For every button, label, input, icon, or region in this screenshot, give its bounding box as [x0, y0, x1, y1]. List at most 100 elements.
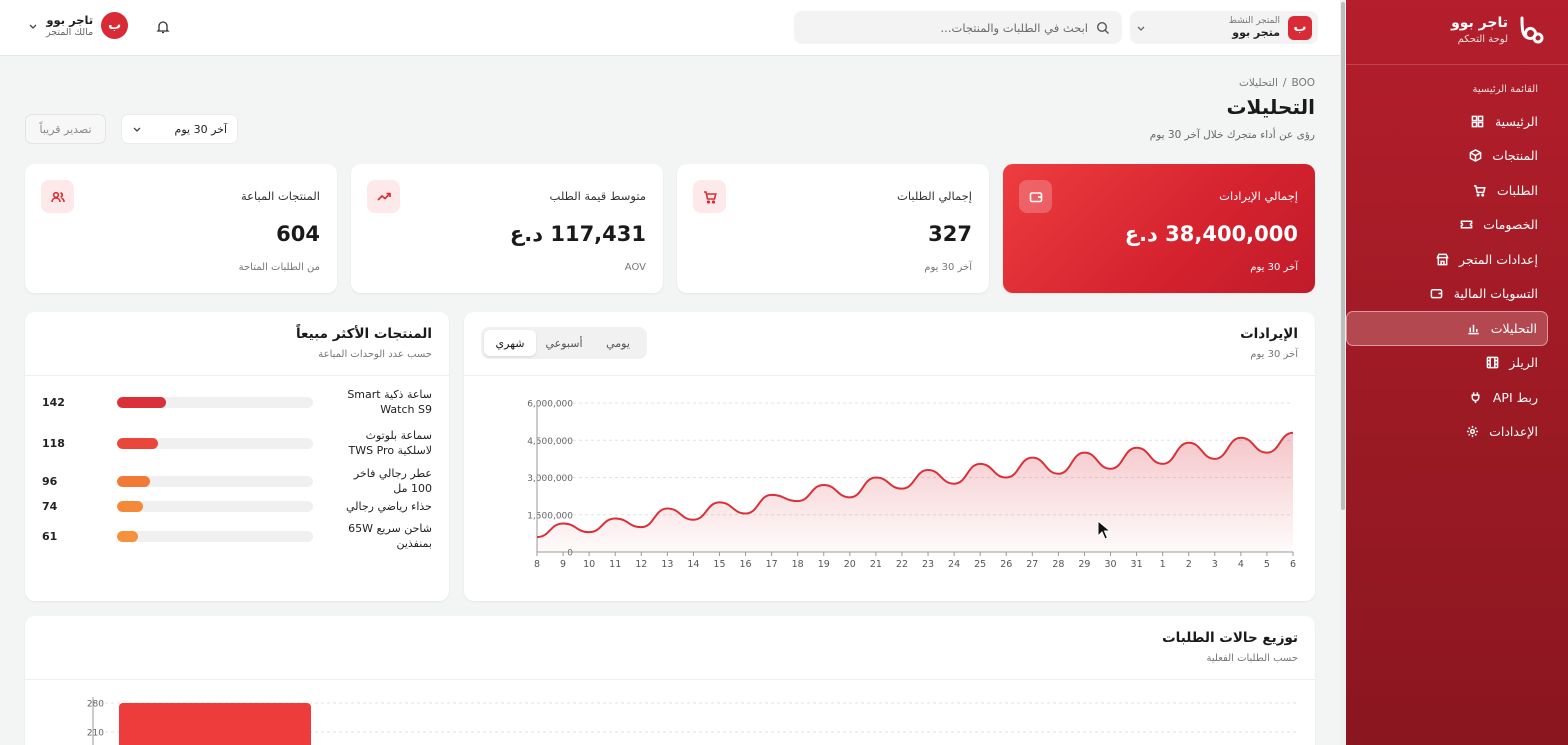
top-product-row[interactable]: 61 شاحن سريع 65W بمنفذين — [42, 522, 432, 550]
top-product-count: 118 — [42, 436, 65, 450]
kpi-card-orders: إجمالي الطلبات 327 آخر 30 يوم — [677, 164, 989, 293]
x-tick-label: 5 — [1264, 559, 1270, 570]
y-tick-label: 4,500,000 — [527, 437, 573, 447]
sidebar-item-label: الخصومات — [1483, 217, 1538, 233]
y-tick-label: 1,500,000 — [527, 511, 573, 521]
kpi-card-revenue: إجمالي الإيرادات 38,400,000 د.ع آخر 30 ي… — [1003, 164, 1315, 293]
chevron-down-icon — [1137, 26, 1145, 31]
x-tick-label: 15 — [713, 559, 725, 570]
x-tick-label: 12 — [635, 559, 647, 570]
page-subtitle: رؤى عن أداء متجرك خلال آخر 30 يوم — [1149, 129, 1315, 141]
x-tick-label: 17 — [766, 559, 778, 570]
sidebar-item-3[interactable]: الخصومات — [1346, 208, 1548, 243]
top-product-name: سماعة بلوتوث لاسلكية TWS Pro — [348, 429, 432, 457]
gear-icon — [1465, 425, 1479, 439]
top-products-panel: المنتجات الأكثر مبيعاً حسب عدد الوحدات ا… — [25, 312, 449, 601]
scrollbar-thumb[interactable] — [1341, 2, 1345, 510]
top-product-count: 96 — [42, 474, 58, 488]
sidebar-item-5[interactable]: التسويات المالية — [1346, 277, 1548, 312]
sidebar-item-6[interactable]: التحليلات — [1346, 311, 1548, 346]
x-tick-label: 30 — [1104, 559, 1116, 570]
kpi-label: متوسط قيمة الطلب — [549, 189, 646, 203]
kpi-label: إجمالي الإيرادات — [1219, 189, 1298, 203]
chevron-down-icon — [133, 127, 141, 132]
sidebar-item-label: المنتجات — [1492, 148, 1538, 164]
kpi-note: AOV — [624, 262, 646, 273]
breadcrumb-separator: / — [1282, 77, 1287, 89]
x-tick-label: 13 — [661, 559, 673, 570]
top-product-row[interactable]: 96 عطر رجالي فاخر 100 مل — [42, 467, 432, 495]
kpi-value: 327 — [928, 222, 972, 246]
sidebar-item-0[interactable]: الرئيسية — [1346, 104, 1548, 139]
sidebar-item-9[interactable]: الإعدادات — [1346, 415, 1548, 450]
ticket-icon — [1459, 218, 1473, 232]
x-tick-label: 16 — [740, 559, 752, 570]
x-tick-label: 9 — [560, 559, 566, 570]
x-tick-label: 3 — [1212, 559, 1218, 570]
x-tick-label: 10 — [583, 559, 595, 570]
user-menu[interactable]: ب تاجر بوو مالك المتجر — [28, 12, 129, 39]
x-tick-label: 11 — [609, 559, 621, 570]
order-status-chart: 210 280 — [87, 697, 1297, 745]
wallet-icon — [1019, 180, 1052, 213]
x-tick-label: 23 — [922, 559, 934, 570]
top-product-name: شاحن سريع 65W بمنفذين — [348, 522, 432, 550]
sidebar-item-1[interactable]: المنتجات — [1346, 139, 1548, 174]
users-icon — [41, 180, 74, 213]
sidebar-item-label: الريلز — [1509, 355, 1538, 371]
y-tick-label: 280 — [87, 700, 104, 710]
top-product-bar-fill — [116, 475, 150, 487]
x-tick-label: 31 — [1131, 559, 1143, 570]
sidebar-nav: الرئيسية المنتجات الطلبات الخصومات إعدادات ا… — [1346, 104, 1548, 449]
sidebar-item-4[interactable]: إعدادات المتجر — [1346, 242, 1548, 277]
page-title: التحليلات — [1226, 95, 1315, 119]
sidebar: تاجر بوو لوحة التحكم القائمة الرئيسية ال… — [1340, 0, 1568, 745]
top-product-row[interactable]: 74 حذاء رياضي رجالي — [42, 492, 432, 520]
search-bar[interactable] — [794, 11, 1122, 44]
kpi-note: آخر 30 يوم — [1250, 262, 1298, 273]
breadcrumb-root[interactable]: BOO — [1291, 77, 1315, 89]
top-product-bar-fill — [116, 396, 166, 408]
x-tick-label: 18 — [792, 559, 804, 570]
sidebar-item-label: التحليلات — [1490, 320, 1537, 336]
top-product-bar-fill — [116, 437, 158, 449]
user-role: مالك المتجر — [46, 27, 94, 38]
store-caption: المتجر النشط — [1228, 16, 1280, 26]
top-product-row[interactable]: 142 ساعة ذكية Smart Watch S9 — [42, 388, 432, 416]
store-switcher[interactable]: ب المتجر النشط متجر بوو — [1130, 11, 1318, 44]
x-tick-label: 28 — [1052, 559, 1064, 570]
top-product-count: 61 — [42, 529, 58, 543]
wallet-icon — [1430, 287, 1444, 301]
film-icon — [1485, 356, 1499, 370]
revenue-area — [537, 432, 1293, 552]
search-input[interactable] — [806, 20, 1088, 35]
mouse-cursor-icon — [1097, 520, 1111, 540]
sidebar-item-7[interactable]: الريلز — [1346, 346, 1548, 381]
box-icon — [1468, 149, 1482, 163]
sidebar-section-label: القائمة الرئيسية — [1472, 84, 1538, 95]
export-button[interactable]: تصدير قريباً — [25, 114, 106, 144]
revenue-chart: 01,500,0003,000,0004,500,0006,000,0008 9 1… — [527, 400, 1296, 571]
bell-icon[interactable] — [155, 19, 171, 35]
date-range-select[interactable]: آخر 30 يوم — [121, 114, 238, 144]
kpi-value: 604 — [276, 222, 320, 246]
x-tick-label: 29 — [1078, 559, 1090, 570]
top-product-row[interactable]: 118 سماعة بلوتوث لاسلكية TWS Pro — [42, 429, 432, 457]
kpi-value: 38,400,000 د.ع — [1124, 222, 1298, 246]
grid-icon — [1471, 114, 1485, 128]
sidebar-item-label: ربط API — [1492, 389, 1538, 405]
y-tick-label: 3,000,000 — [527, 474, 573, 484]
breadcrumb-current: التحليلات — [1239, 77, 1278, 89]
x-tick-label: 4 — [1238, 559, 1244, 570]
x-tick-label: 26 — [1000, 559, 1012, 570]
store-name: متجر بوو — [1232, 26, 1280, 39]
sidebar-item-8[interactable]: ربط API — [1346, 380, 1548, 415]
x-tick-label: 25 — [974, 559, 986, 570]
top-product-bar — [116, 437, 314, 449]
x-tick-label: 1 — [1160, 559, 1166, 570]
kpi-note: آخر 30 يوم — [924, 262, 972, 273]
sidebar-item-2[interactable]: الطلبات — [1346, 173, 1548, 208]
top-product-bar-fill — [116, 500, 143, 512]
top-product-bar — [116, 475, 314, 487]
brand[interactable]: تاجر بوو لوحة التحكم — [1451, 14, 1546, 46]
